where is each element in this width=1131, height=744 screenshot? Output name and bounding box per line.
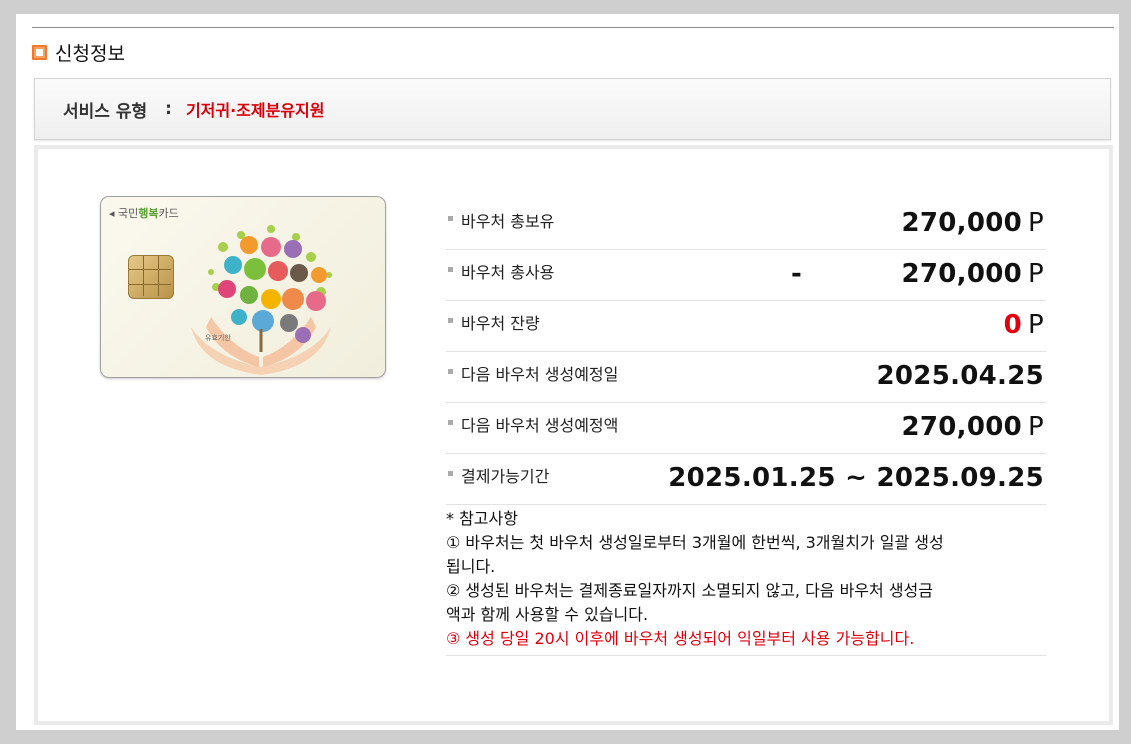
service-type-label: 서비스 유형 bbox=[63, 101, 148, 122]
minus-sign: - bbox=[791, 259, 802, 289]
next-voucher-amount-row: 다음 바우처 생성예정액 270,000 P bbox=[446, 403, 1046, 454]
voucher-content-panel: ◂ 국민행복카드 유효기한 바우처 총보유 270,000 P 바우처 총사용 … bbox=[34, 145, 1113, 725]
row-value: 0P bbox=[1003, 310, 1044, 340]
voucher-summary: 바우처 총보유 270,000 P 바우처 총사용 - 270,000 P 바우처 … bbox=[446, 199, 1046, 505]
row-bullet-icon bbox=[448, 318, 453, 323]
section-title: 신청정보 bbox=[55, 42, 125, 65]
row-bullet-icon bbox=[448, 420, 453, 425]
service-type-bar: 서비스 유형 : 기저귀·조제분유지원 bbox=[34, 78, 1111, 140]
row-value: 270,000 P bbox=[901, 259, 1044, 289]
top-divider bbox=[32, 27, 1114, 28]
row-label: 바우처 총보유 bbox=[461, 212, 555, 231]
payment-period-row: 결제가능기간 2025.01.25 ~ 2025.09.25 bbox=[446, 454, 1046, 505]
voucher-used-row: 바우처 총사용 - 270,000 P bbox=[446, 250, 1046, 301]
row-value: 270,000 P bbox=[901, 208, 1044, 238]
square-bullet-icon bbox=[32, 44, 47, 60]
row-label: 바우처 잔량 bbox=[461, 314, 540, 333]
next-voucher-date-row: 다음 바우처 생성예정일 2025.04.25 bbox=[446, 352, 1046, 403]
notes-title: * 참고사항 bbox=[446, 509, 518, 528]
voucher-balance-row: 바우처 잔량 0P bbox=[446, 301, 1046, 352]
note-1-line-1: ① 바우처는 첫 바우처 생성일로부터 3개월에 한번씩, 3개월치가 일괄 생… bbox=[446, 533, 944, 552]
note-1-line-2: 됩니다. bbox=[446, 557, 496, 576]
card-tree-illustration-icon bbox=[191, 225, 332, 375]
row-value: 270,000 P bbox=[901, 412, 1044, 442]
page: 신청정보 서비스 유형 : 기저귀·조제분유지원 ◂ 국민행복카드 유효기한 바… bbox=[16, 14, 1119, 730]
card-validity-label: 유효기한 bbox=[205, 334, 231, 342]
happiness-card-image: ◂ 국민행복카드 유효기한 bbox=[100, 196, 386, 378]
note-2-line-1: ② 생성된 바우처는 결제종료일자까지 소멸되지 않고, 다음 바우처 생성금 bbox=[446, 581, 933, 600]
row-label: 바우처 총사용 bbox=[461, 263, 555, 282]
row-bullet-icon bbox=[448, 369, 453, 374]
row-label: 다음 바우처 생성예정일 bbox=[461, 365, 619, 384]
note-2-line-2: 액과 함께 사용할 수 있습니다. bbox=[446, 605, 649, 624]
card-chip-icon bbox=[128, 255, 174, 299]
row-bullet-icon bbox=[448, 216, 453, 221]
voucher-total-row: 바우처 총보유 270,000 P bbox=[446, 199, 1046, 250]
row-label: 다음 바우처 생성예정액 bbox=[461, 416, 619, 435]
reference-notes: * 참고사항 ① 바우처는 첫 바우처 생성일로부터 3개월에 한번씩, 3개월… bbox=[446, 507, 1046, 656]
row-bullet-icon bbox=[448, 471, 453, 476]
row-value: 2025.01.25 ~ 2025.09.25 bbox=[668, 463, 1044, 493]
service-type-value: 기저귀·조제분유지원 bbox=[185, 101, 325, 120]
row-value: 2025.04.25 bbox=[876, 361, 1044, 391]
note-3: ③ 생성 당일 20시 이후에 바우처 생성되어 익일부터 사용 가능합니다. bbox=[446, 629, 915, 648]
section-header: 신청정보 bbox=[32, 40, 125, 65]
card-brand-logo: ◂ 국민행복카드 bbox=[109, 207, 179, 220]
row-bullet-icon bbox=[448, 267, 453, 272]
row-label: 결제가능기간 bbox=[461, 467, 550, 486]
service-type-colon: : bbox=[165, 99, 172, 119]
